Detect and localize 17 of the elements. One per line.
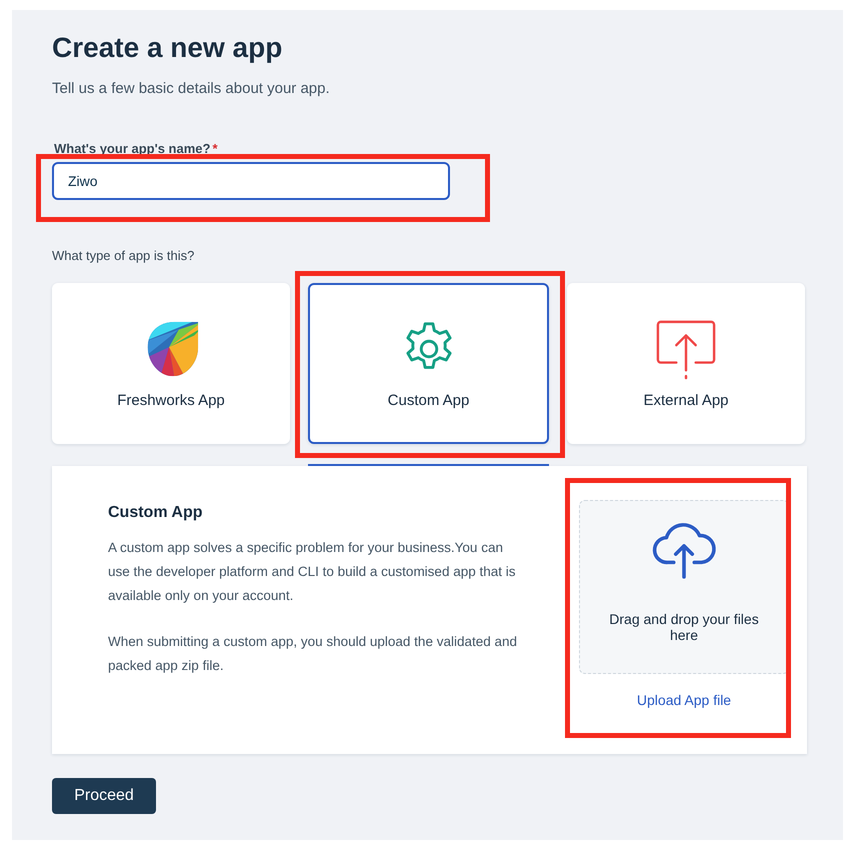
field-label: What's your app's name?	[54, 141, 210, 156]
details-title: Custom App	[108, 504, 204, 522]
page-subtitle: Tell us a few basic details about your app.	[52, 80, 331, 97]
type-question: What type of app is this?	[52, 248, 196, 263]
app-type-card[interactable]: External App	[567, 283, 805, 444]
app-name-field[interactable]: Ziwo	[52, 162, 450, 200]
app-type-card[interactable]: Freshworks App	[52, 283, 290, 444]
page-title: Create a new app	[52, 32, 284, 64]
file-dropzone[interactable]: Drag and drop your files here	[579, 500, 789, 674]
dropzone-text: Drag and drop your files here	[608, 611, 760, 643]
required-mark: *	[212, 141, 218, 156]
app-type-card[interactable]: Custom App	[308, 283, 549, 444]
upload-link[interactable]: Upload App file	[636, 692, 732, 708]
proceed-button[interactable]: Proceed	[52, 778, 156, 814]
upload-screen-icon	[655, 318, 717, 380]
details-paragraph: A custom app solves a specific problem for your business.You can use the developer platform and CLI to build a customised app that is available only on your account.	[108, 539, 516, 605]
details-paragraph: When submitting a custom app, you should upload the validated and packed app zip file.	[108, 633, 518, 675]
